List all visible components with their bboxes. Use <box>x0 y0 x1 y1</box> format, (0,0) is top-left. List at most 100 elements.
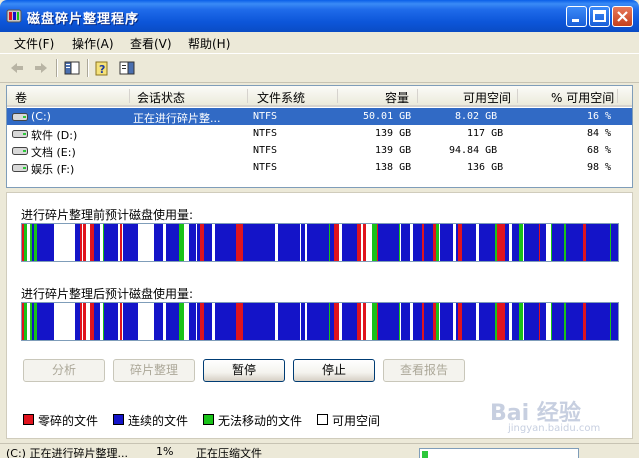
cluster-block <box>583 303 586 340</box>
column-divider[interactable] <box>617 89 618 103</box>
cluster-block <box>334 303 338 340</box>
back-arrow-icon[interactable] <box>8 59 26 77</box>
stop-button[interactable]: 停止 <box>293 359 375 382</box>
menu-file[interactable]: 文件(F) <box>14 35 54 52</box>
pause-button[interactable]: 暂停 <box>203 359 285 382</box>
cluster-block <box>122 303 123 340</box>
column-percent-free[interactable]: % 可用空间 <box>551 89 614 106</box>
cluster-block <box>111 224 114 261</box>
hard-drive-icon <box>12 130 28 138</box>
column-divider[interactable] <box>129 89 130 103</box>
free-space: 136 GB <box>467 162 504 173</box>
column-divider[interactable] <box>417 89 418 103</box>
cluster-block <box>521 224 523 261</box>
cluster-block <box>350 224 353 261</box>
cluster-block <box>278 224 283 261</box>
cluster-block <box>410 224 413 261</box>
cluster-block <box>586 224 588 261</box>
cluster-block <box>186 303 189 340</box>
cluster-block <box>135 303 138 340</box>
cluster-block <box>576 224 583 261</box>
volume-row-f[interactable]: 娱乐 (F:) NTFS 138 GB 136 GB 98 % <box>7 159 632 176</box>
baidu-watermark: Bai 经验 jingyan.baidu.com <box>486 393 636 439</box>
cluster-block <box>197 303 200 340</box>
column-divider[interactable] <box>337 89 338 103</box>
cluster-block <box>182 303 184 340</box>
toolbar-separator <box>56 59 58 77</box>
menu-help[interactable]: 帮助(H) <box>188 35 230 52</box>
cluster-block <box>353 224 357 261</box>
properties-icon[interactable] <box>118 59 136 77</box>
contiguous-swatch <box>113 414 124 425</box>
defragment-button[interactable]: 碎片整理 <box>113 359 195 382</box>
cluster-block <box>548 303 551 340</box>
cluster-block <box>401 224 407 261</box>
volume-row-e[interactable]: 文档 (E:) NTFS 139 GB 94.84 GB 68 % <box>7 142 632 159</box>
forward-arrow-icon[interactable] <box>32 59 50 77</box>
volume-row-d[interactable]: 软件 (D:) NTFS 139 GB 117 GB 84 % <box>7 125 632 142</box>
column-file-system[interactable]: 文件系统 <box>257 89 305 106</box>
cluster-block <box>114 224 118 261</box>
cluster-block <box>424 303 427 340</box>
after-map-graphic <box>22 303 618 340</box>
cluster-block <box>519 224 521 261</box>
close-button[interactable] <box>612 6 633 27</box>
column-session-status[interactable]: 会话状态 <box>137 89 185 106</box>
volume-row-c[interactable]: (C:) 正在进行碎片整... NTFS 50.01 GB 8.02 GB 16… <box>7 108 632 125</box>
cluster-block <box>551 224 552 261</box>
cluster-block <box>329 303 330 340</box>
cluster-block <box>573 224 576 261</box>
cluster-block <box>576 303 583 340</box>
cluster-block <box>69 224 72 261</box>
cluster-block <box>219 224 226 261</box>
cluster-block <box>342 224 350 261</box>
cluster-block <box>487 303 495 340</box>
cluster-block <box>239 303 243 340</box>
cluster-block <box>200 303 204 340</box>
cluster-block <box>75 224 80 261</box>
cluster-block <box>501 303 505 340</box>
cluster-block <box>350 303 353 340</box>
minimize-icon <box>572 19 579 22</box>
cluster-block <box>552 303 559 340</box>
before-disk-map <box>21 223 619 262</box>
volume-name: 文档 (E:) <box>31 146 76 159</box>
minimize-button[interactable] <box>566 6 587 27</box>
cluster-block <box>88 224 90 261</box>
column-divider[interactable] <box>517 89 518 103</box>
status-bar: (C:) 正在进行碎片整理... 1% 正在压缩文件 <box>0 443 639 458</box>
console-tree-icon[interactable] <box>63 59 81 77</box>
menu-action[interactable]: 操作(A) <box>72 35 114 52</box>
column-capacity[interactable]: 容量 <box>385 89 409 106</box>
cluster-block <box>479 224 481 261</box>
cluster-block <box>334 224 338 261</box>
title-bar[interactable]: 磁盘碎片整理程序 <box>0 0 639 32</box>
capacity: 50.01 GB <box>363 111 412 122</box>
cluster-block <box>94 303 100 340</box>
menu-view[interactable]: 查看(V) <box>130 35 172 52</box>
view-report-button[interactable]: 查看报告 <box>383 359 465 382</box>
cluster-block <box>339 303 342 340</box>
analyze-button[interactable]: 分析 <box>23 359 105 382</box>
maximize-button[interactable] <box>589 6 610 27</box>
cluster-block <box>590 303 610 340</box>
cluster-block <box>100 303 101 340</box>
cluster-block <box>37 303 44 340</box>
cluster-block <box>170 224 179 261</box>
cluster-block <box>357 224 361 261</box>
cluster-block <box>34 303 37 340</box>
volume-list[interactable]: 卷 会话状态 文件系统 容量 可用空间 % 可用空间 (C:) 正在进行碎片整.… <box>6 85 633 188</box>
column-divider[interactable] <box>247 89 248 103</box>
status-percent: 1% <box>156 445 174 458</box>
cluster-block <box>487 224 495 261</box>
column-free-space[interactable]: 可用空间 <box>463 89 511 106</box>
percent-free: 16 % <box>587 111 612 122</box>
cluster-block <box>427 224 433 261</box>
cluster-block <box>422 224 423 261</box>
column-volume[interactable]: 卷 <box>15 89 27 106</box>
cluster-block <box>505 303 509 340</box>
cluster-block <box>82 224 83 261</box>
help-icon[interactable]: ? <box>94 59 112 77</box>
cluster-block <box>564 224 566 261</box>
cluster-block <box>458 303 461 340</box>
